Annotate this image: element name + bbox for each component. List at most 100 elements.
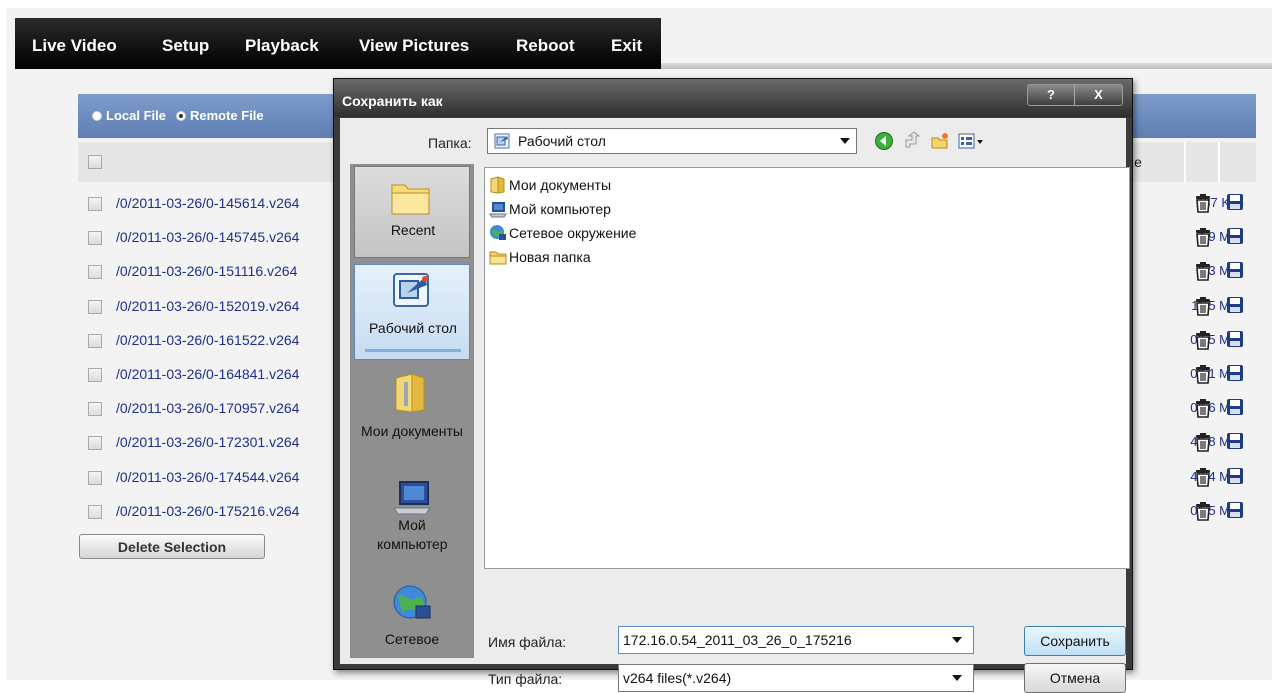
trash-icon[interactable] xyxy=(1194,364,1212,384)
floppy-save-icon[interactable] xyxy=(1226,398,1244,416)
local-file-label[interactable]: Local File xyxy=(106,108,166,123)
row-checkbox[interactable] xyxy=(88,504,102,519)
nav-exit[interactable]: Exit xyxy=(611,36,642,56)
place-recent[interactable]: Recent xyxy=(354,166,470,258)
view-menu-icon[interactable] xyxy=(958,131,984,151)
row-checkbox[interactable] xyxy=(88,470,102,485)
row-checkbox[interactable] xyxy=(88,299,102,314)
list-item-label: Мои документы xyxy=(509,177,612,193)
floppy-save-icon[interactable] xyxy=(1226,296,1244,314)
back-icon[interactable] xyxy=(874,131,894,151)
file-link[interactable]: /0/2011-03-26/0-152019.v264 xyxy=(116,298,299,314)
row-checkbox[interactable] xyxy=(88,265,102,280)
my-computer-icon xyxy=(489,202,507,218)
trash-icon[interactable] xyxy=(1194,193,1212,213)
trash-icon[interactable] xyxy=(1194,501,1212,521)
file-link[interactable]: /0/2011-03-26/0-145614.v264 xyxy=(116,195,299,211)
trash-icon[interactable] xyxy=(1194,261,1212,282)
file-link[interactable]: /0/2011-03-26/0-175216.v264 xyxy=(116,503,299,519)
header-cell-save xyxy=(1220,142,1256,182)
trash-icon[interactable] xyxy=(1194,432,1212,453)
row-checkbox[interactable] xyxy=(88,197,102,211)
place-desktop-label: Рабочий стол xyxy=(369,320,457,336)
file-link[interactable]: /0/2011-03-26/0-172301.v264 xyxy=(116,434,299,450)
place-my-documents-label: Мои документы xyxy=(360,423,463,439)
file-source-group: Local File Remote File xyxy=(92,108,274,123)
chevron-down-icon[interactable] xyxy=(840,138,850,144)
file-link[interactable]: /0/2011-03-26/0-164841.v264 xyxy=(116,366,299,382)
folder-combobox[interactable]: Рабочий стол xyxy=(487,128,857,154)
filetype-label: Тип файла: xyxy=(488,671,563,687)
nav-reboot[interactable]: Reboot xyxy=(516,36,575,56)
place-my-computer[interactable]: Мой компьютер xyxy=(354,470,470,570)
help-button[interactable]: ? xyxy=(1028,85,1074,105)
place-network[interactable]: Сетевое xyxy=(354,576,470,658)
place-my-documents[interactable]: Мои документы xyxy=(354,370,470,460)
trash-icon[interactable] xyxy=(1194,296,1212,316)
filetype-value: v264 files(*.v264) xyxy=(623,670,732,686)
network-icon xyxy=(490,225,506,240)
file-link[interactable]: /0/2011-03-26/0-145745.v264 xyxy=(116,229,299,245)
row-checkbox[interactable] xyxy=(88,368,102,382)
network-icon xyxy=(393,585,431,619)
trash-icon[interactable] xyxy=(1194,330,1212,350)
trash-icon[interactable] xyxy=(1194,227,1212,247)
file-link[interactable]: /0/2011-03-26/0-161522.v264 xyxy=(116,332,299,348)
dialog-titlebar: Сохранить как ? X xyxy=(334,79,1132,117)
floppy-save-icon[interactable] xyxy=(1226,432,1244,450)
floppy-save-icon[interactable] xyxy=(1226,364,1244,382)
filename-dropdown-icon[interactable] xyxy=(952,637,962,643)
floppy-save-icon[interactable] xyxy=(1226,330,1244,348)
file-link[interactable]: /0/2011-03-26/0-151116.v264 xyxy=(116,263,297,279)
nav-playback[interactable]: Playback xyxy=(245,36,319,56)
remote-file-radio[interactable] xyxy=(175,110,186,121)
filetype-dropdown-icon[interactable] xyxy=(952,675,962,681)
desktop-small-icon xyxy=(494,133,510,149)
floppy-save-icon[interactable] xyxy=(1226,227,1244,245)
nav-setup[interactable]: Setup xyxy=(162,36,209,56)
cancel-button[interactable]: Отмена xyxy=(1024,663,1126,693)
up-folder-icon[interactable] xyxy=(902,131,922,151)
local-file-radio[interactable] xyxy=(92,110,102,121)
new-folder-icon[interactable] xyxy=(930,131,950,151)
floppy-save-icon[interactable] xyxy=(1226,467,1244,485)
my-documents-icon xyxy=(490,176,505,194)
nav-view-pictures[interactable]: View Pictures xyxy=(359,36,469,56)
my-documents-icon xyxy=(395,373,425,413)
places-bar: Recent Рабочий стол Мои документы Мой ко… xyxy=(350,164,474,658)
file-size: 4.9 M xyxy=(1197,229,1230,245)
file-size: 00.6 M xyxy=(1190,400,1230,416)
nav-live-video[interactable]: Live Video xyxy=(32,36,117,56)
file-size: 00.5 M xyxy=(1190,331,1230,347)
filename-input[interactable] xyxy=(618,626,974,654)
list-item-label: Сетевое окружение xyxy=(509,225,637,241)
remote-file-label[interactable]: Remote File xyxy=(190,108,264,123)
dialog-body: Папка: Рабочий стол Recent Рабочий стол … xyxy=(340,118,1130,693)
file-size: 11.5 M xyxy=(1191,297,1230,313)
folder-combobox-value: Рабочий стол xyxy=(518,133,606,149)
row-checkbox[interactable] xyxy=(88,436,102,451)
close-button[interactable]: X xyxy=(1075,85,1122,105)
selection-underline xyxy=(365,349,461,352)
file-size: 00.1 M xyxy=(1190,366,1230,381)
trash-icon[interactable] xyxy=(1194,398,1212,418)
floppy-save-icon[interactable] xyxy=(1226,193,1244,211)
floppy-save-icon[interactable] xyxy=(1226,261,1244,279)
place-desktop[interactable]: Рабочий стол xyxy=(354,264,470,360)
delete-selection-button[interactable]: Delete Selection xyxy=(79,534,265,559)
file-link[interactable]: /0/2011-03-26/0-174544.v264 xyxy=(116,469,299,485)
folder-label: Папка: xyxy=(428,135,472,151)
trash-icon[interactable] xyxy=(1194,467,1212,487)
row-checkbox[interactable] xyxy=(88,402,102,417)
list-item-label: Новая папка xyxy=(509,249,591,265)
select-all-checkbox[interactable] xyxy=(88,155,102,169)
folder-icon xyxy=(489,251,507,265)
file-link[interactable]: /0/2011-03-26/0-170957.v264 xyxy=(116,400,299,416)
save-button[interactable]: Сохранить xyxy=(1024,626,1126,656)
place-recent-label: Recent xyxy=(390,222,436,238)
row-checkbox[interactable] xyxy=(88,231,102,246)
floppy-save-icon[interactable] xyxy=(1226,501,1244,519)
file-size: 01.5 M xyxy=(1190,502,1230,518)
row-checkbox[interactable] xyxy=(88,333,102,348)
place-network-label: Сетевое xyxy=(384,631,440,647)
